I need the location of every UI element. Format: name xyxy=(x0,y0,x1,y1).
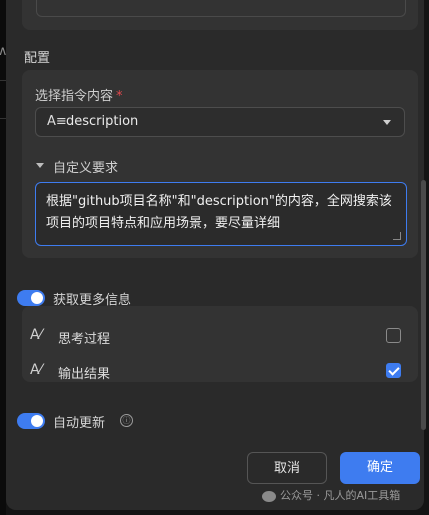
custom-requirement-textarea[interactable]: 根据"github项目名称"和"description"的内容，全网搜索该项目的… xyxy=(35,182,407,246)
custom-requirement-label: 自定义要求 xyxy=(53,161,119,176)
option-thinking-checkbox[interactable] xyxy=(386,328,401,343)
instruction-select-value: description xyxy=(66,114,139,129)
confirm-button[interactable]: 确定 xyxy=(340,452,420,484)
option-thinking-label: 思考过程 xyxy=(58,332,111,347)
required-mark: * xyxy=(116,89,123,104)
text-ai-icon: A≡ xyxy=(47,114,67,129)
caret-down-icon xyxy=(36,163,44,168)
previous-section-input[interactable] xyxy=(36,0,406,17)
instruction-select[interactable]: A≡ description xyxy=(35,107,405,137)
watermark-text: 公众号 · 凡人的AI工具箱 xyxy=(280,489,401,502)
wechat-logo-icon xyxy=(262,490,276,502)
info-icon[interactable]: ⓘ xyxy=(120,414,133,427)
text-sparkle-icon: A⁄ xyxy=(30,327,42,343)
text-sparkle-icon: A⁄ xyxy=(30,362,42,378)
custom-requirement-text: 根据"github项目名称"和"description"的内容，全网搜索该项目的… xyxy=(46,194,392,231)
resize-handle-icon[interactable] xyxy=(393,232,401,240)
chevron-down-icon xyxy=(383,120,391,125)
option-output-label: 输出结果 xyxy=(58,367,111,382)
watermark: 公众号 · 凡人的AI工具箱 xyxy=(262,487,400,503)
auto-update-label: 自动更新 xyxy=(53,416,106,431)
scrollbar-thumb[interactable] xyxy=(421,180,426,430)
option-output-checkbox[interactable] xyxy=(386,363,401,378)
cancel-button[interactable]: 取消 xyxy=(247,452,327,484)
instruction-label: 选择指令内容 * xyxy=(35,89,123,104)
config-dialog: 配置 选择指令内容 * A≡ description 自定义要求 根据"githu… xyxy=(6,0,426,510)
auto-update-toggle[interactable] xyxy=(17,413,45,429)
section-title: 配置 xyxy=(24,51,51,66)
previous-section-card xyxy=(22,0,418,30)
more-info-toggle[interactable] xyxy=(17,290,45,306)
